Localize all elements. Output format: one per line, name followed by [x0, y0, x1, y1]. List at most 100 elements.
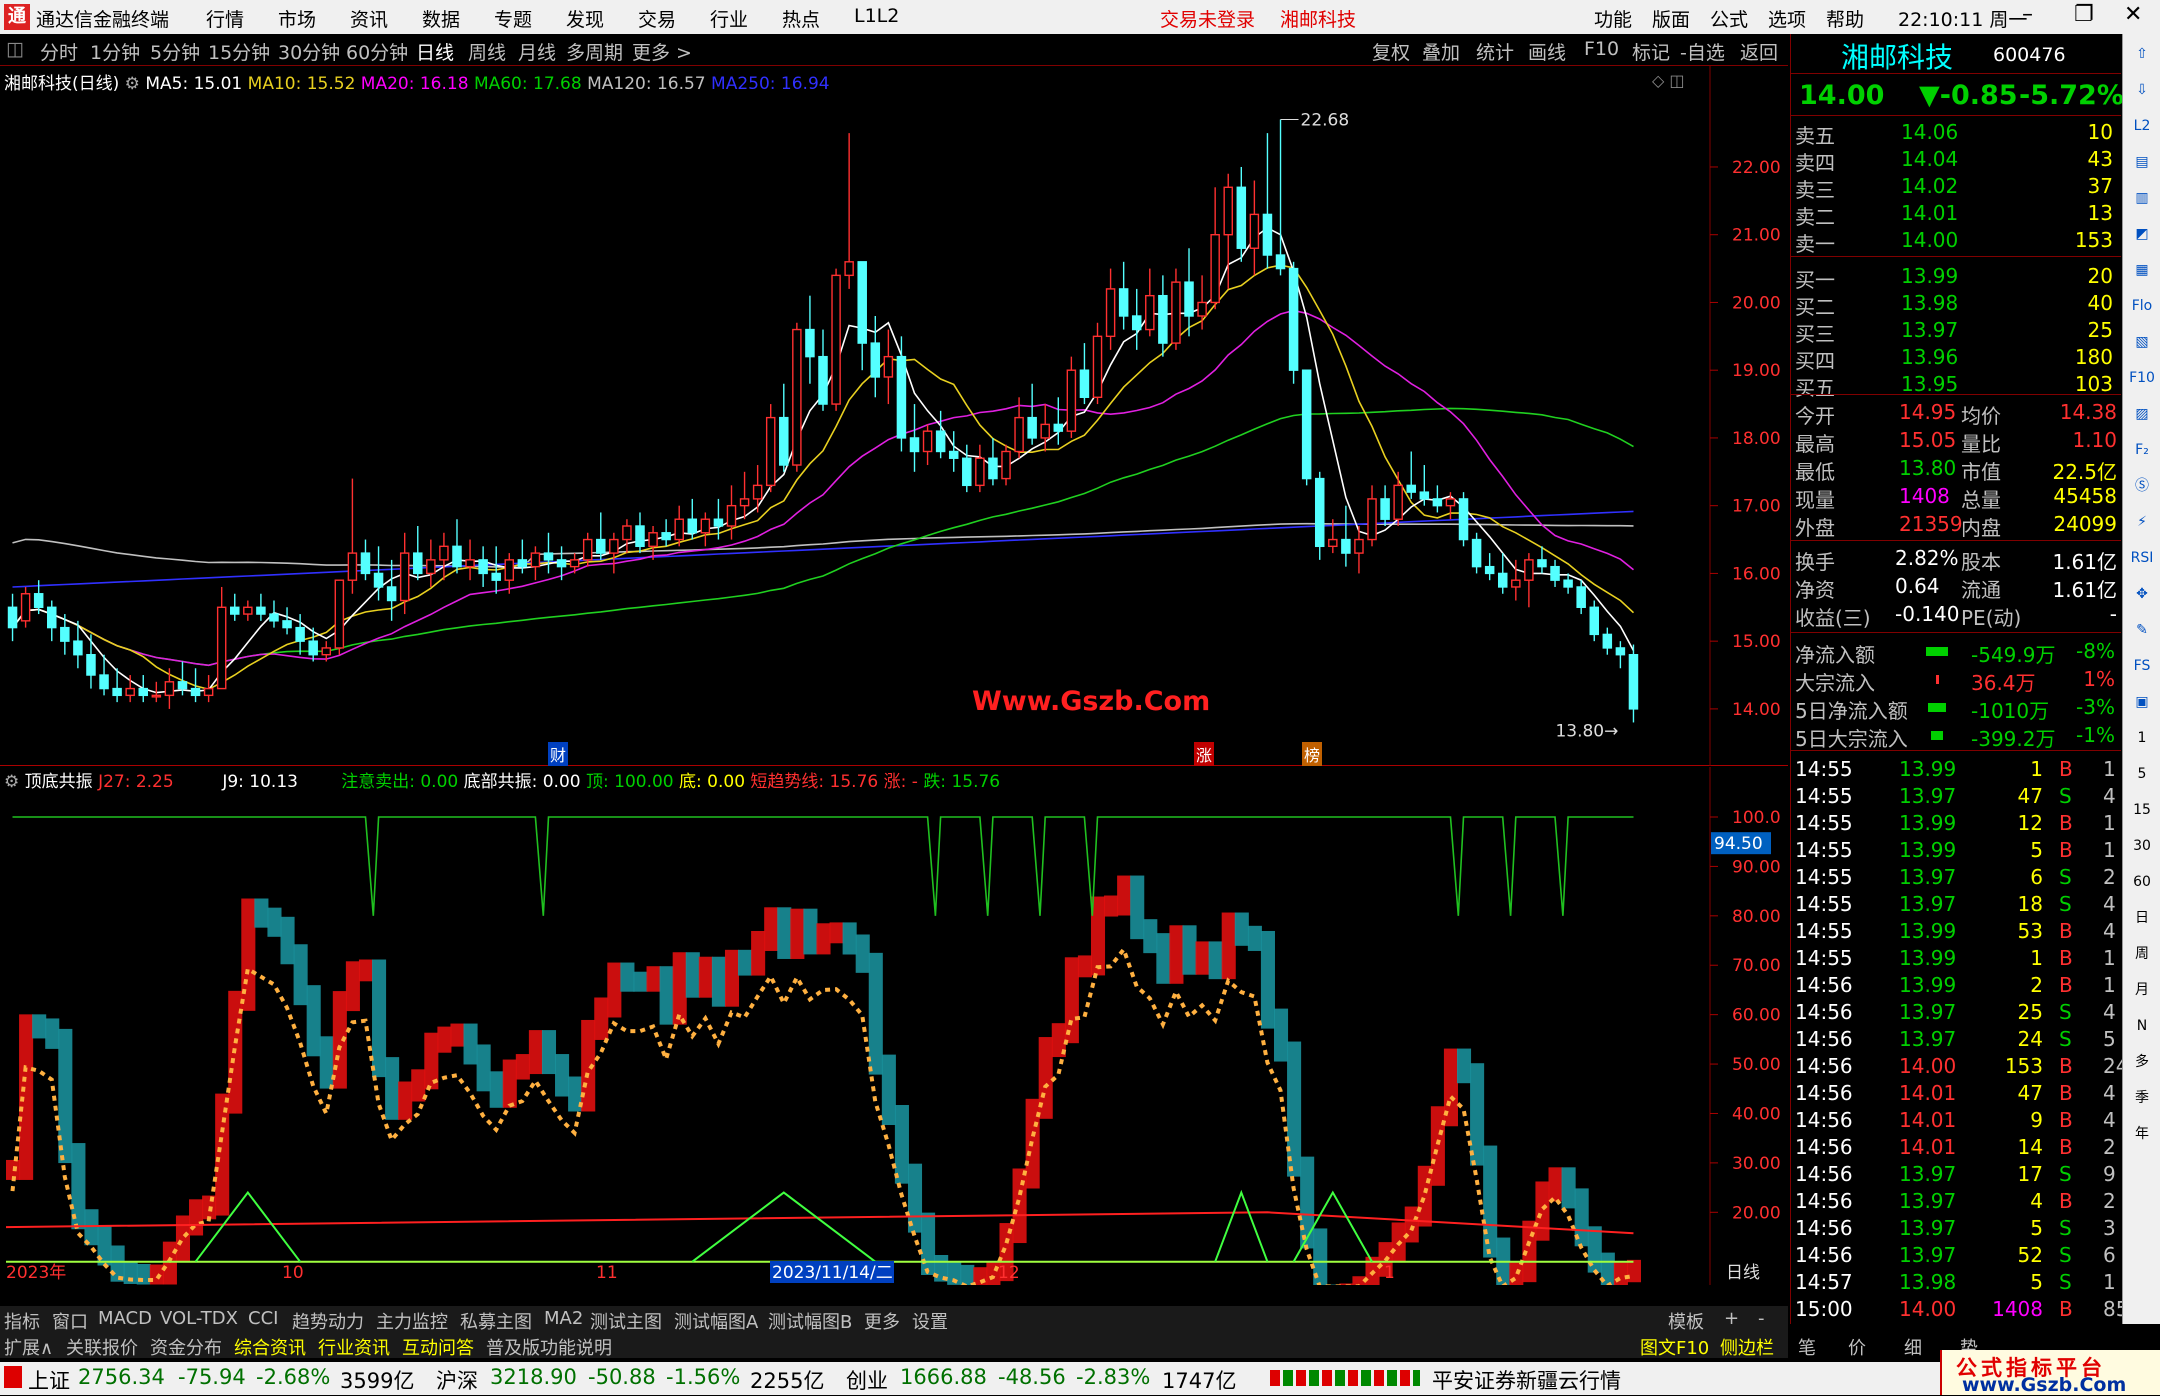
sidebar-tool-icon[interactable]: 月 [2127, 976, 2157, 1004]
minimize-icon[interactable]: – [2022, 2, 2033, 27]
menu-item[interactable]: 行情 [206, 5, 244, 32]
sidebar-tool-icon[interactable]: ✥ [2127, 580, 2157, 608]
period-tab[interactable]: 分时 [40, 38, 78, 65]
extension-tab[interactable]: 行业资讯 [318, 1334, 390, 1360]
tool-remove-fav[interactable]: -自选 [1680, 38, 1725, 65]
event-mark-limit-up[interactable]: 涨 [1194, 742, 1214, 766]
menu-formula[interactable]: 公式 [1710, 5, 1748, 32]
indicator-tab[interactable]: VOL-TDX [160, 1308, 238, 1329]
sidebar-tool-icon[interactable]: 季 [2127, 1084, 2157, 1112]
sidebar-tool-icon[interactable]: F₂ [2127, 436, 2157, 464]
event-mark-board[interactable]: 榜 [1302, 742, 1322, 766]
sidebar-tool-icon[interactable]: ⇧ [2127, 40, 2157, 68]
sidebar-tool-icon[interactable]: F10 [2127, 364, 2157, 392]
sidebar-tool-icon[interactable]: 60 [2127, 868, 2157, 896]
tick-list[interactable]: 14:5513.991B114:5513.9747S414:5513.9912B… [1791, 750, 2121, 1330]
close-icon[interactable]: ✕ [2124, 2, 2142, 27]
period-tab[interactable]: 1分钟 [90, 38, 140, 65]
indicator-tab[interactable]: 测试主图 [590, 1308, 662, 1334]
indicator-tab[interactable]: 测试幅图B [768, 1308, 852, 1334]
extension-tab[interactable]: 互动问答 [402, 1334, 474, 1360]
sidebar-tool-icon[interactable]: 日 [2127, 904, 2157, 932]
indicator-tab[interactable]: 窗口 [52, 1308, 88, 1334]
period-tab-active[interactable]: 日线 [416, 38, 454, 65]
sidebar-tool-icon[interactable]: ▨ [2127, 400, 2157, 428]
sidebar-tool-icon[interactable]: ◩ [2127, 220, 2157, 248]
sidebar-tool-icon[interactable]: 15 [2127, 796, 2157, 824]
indicator-tab[interactable]: 设置 [912, 1308, 948, 1334]
sidebar-tool-icon[interactable]: Ⓢ [2127, 472, 2157, 500]
index-hs-label[interactable]: 沪深 [436, 1365, 478, 1395]
period-tab[interactable]: 30分钟 [278, 38, 340, 65]
period-tab[interactable]: 15分钟 [208, 38, 270, 65]
chart-expand-icon[interactable]: ◇ ◫ [1652, 71, 1685, 90]
extension-tab[interactable]: 资金分布 [150, 1334, 222, 1360]
indicator-tab[interactable]: 更多 [864, 1308, 900, 1334]
side-tab[interactable]: 价 [1848, 1334, 1866, 1360]
index-sh-label[interactable]: 上证 [28, 1365, 70, 1395]
menu-item[interactable]: 资讯 [350, 5, 388, 32]
indicator-tab[interactable]: CCI [248, 1308, 278, 1329]
tool-mark[interactable]: 标记 [1632, 38, 1670, 65]
extension-tab[interactable]: 扩展∧ [4, 1334, 53, 1360]
sidebar-tool-icon[interactable]: 1 [2127, 724, 2157, 752]
period-tab[interactable]: 60分钟 [346, 38, 408, 65]
sidebar-tool-icon[interactable]: ▥ [2127, 184, 2157, 212]
template-tab[interactable]: - [1758, 1308, 1765, 1329]
menu-options[interactable]: 选项 [1768, 5, 1806, 32]
indicator-tab[interactable]: 趋势动力 [292, 1308, 364, 1334]
sidebar-tool-icon[interactable]: ⇩ [2127, 76, 2157, 104]
period-tab[interactable]: 5分钟 [150, 38, 200, 65]
indicator-tab[interactable]: 测试幅图A [674, 1308, 758, 1334]
sidebar-tool-icon[interactable]: ✎ [2127, 616, 2157, 644]
sidebar-tool-icon[interactable]: ▤ [2127, 148, 2157, 176]
menu-item[interactable]: 交易 [638, 5, 676, 32]
extension-tab[interactable]: 普及版功能说明 [486, 1334, 612, 1360]
indicator-tab[interactable]: 私募主图 [460, 1308, 532, 1334]
extension-tab[interactable]: 综合资讯 [234, 1334, 306, 1360]
indicator-tab[interactable]: 主力监控 [376, 1308, 448, 1334]
index-cy-label[interactable]: 创业 [846, 1365, 888, 1395]
menu-layout[interactable]: 版面 [1652, 5, 1690, 32]
period-tab[interactable]: 月线 [518, 38, 556, 65]
extension-tab[interactable]: 关联报价 [66, 1334, 138, 1360]
tool-stats[interactable]: 统计 [1476, 38, 1514, 65]
side-tab[interactable]: 细 [1904, 1334, 1922, 1360]
side-tab[interactable]: 笔 [1798, 1334, 1816, 1360]
indicator-chart[interactable]: 100.090.0080.0070.0060.0050.0040.0030.00… [0, 767, 1788, 1285]
sidebar-tool-icon[interactable]: RSI [2127, 544, 2157, 572]
sidebar-tool-icon[interactable]: 30 [2127, 832, 2157, 860]
tool-f10[interactable]: F10 [1584, 38, 1619, 60]
sidebar-tool-icon[interactable]: 5 [2127, 760, 2157, 788]
indicator-tab[interactable]: 指标 [4, 1308, 40, 1334]
sidebar-tool-icon[interactable]: ▦ [2127, 256, 2157, 284]
sidebar-tool-icon[interactable]: 周 [2127, 940, 2157, 968]
menu-item[interactable]: L1L2 [854, 5, 899, 27]
menu-help[interactable]: 帮助 [1826, 5, 1864, 32]
period-more[interactable]: 更多 > [632, 38, 692, 65]
menu-item[interactable]: 热点 [782, 5, 820, 32]
sidebar-tool-icon[interactable]: 多 [2127, 1048, 2157, 1076]
tool-overlay[interactable]: 叠加 [1422, 38, 1460, 65]
kline-chart[interactable]: 22.0021.0020.0019.0018.0017.0016.0015.00… [0, 66, 1788, 766]
period-tab[interactable]: 多周期 [566, 38, 623, 65]
sidebar-tool-icon[interactable]: ⚡ [2127, 508, 2157, 536]
sidebar-tool-icon[interactable]: 年 [2127, 1120, 2157, 1148]
sidebar-tool-icon[interactable]: FS [2127, 652, 2157, 680]
menu-item[interactable]: 发现 [566, 5, 604, 32]
indicator-tab[interactable]: MACD [98, 1308, 152, 1329]
indicator-tab[interactable]: MA2 [544, 1308, 583, 1329]
tool-draw[interactable]: 画线 [1528, 38, 1566, 65]
menu-item[interactable]: 数据 [422, 5, 460, 32]
template-tab[interactable]: + [1724, 1308, 1739, 1329]
trade-login-status[interactable]: 交易未登录 [1160, 5, 1255, 32]
panel-toggle-icon[interactable]: ◫ [6, 38, 24, 60]
sidebar-tool-icon[interactable]: Flo [2127, 292, 2157, 320]
maximize-icon[interactable]: ❐ [2074, 2, 2094, 27]
period-tab[interactable]: 周线 [468, 38, 506, 65]
menu-item[interactable]: 专题 [494, 5, 532, 32]
template-tab[interactable]: 模板 [1668, 1308, 1704, 1334]
tool-back[interactable]: 返回 [1740, 38, 1778, 65]
sidebar-tool-icon[interactable]: ▧ [2127, 328, 2157, 356]
menu-item[interactable]: 市场 [278, 5, 316, 32]
